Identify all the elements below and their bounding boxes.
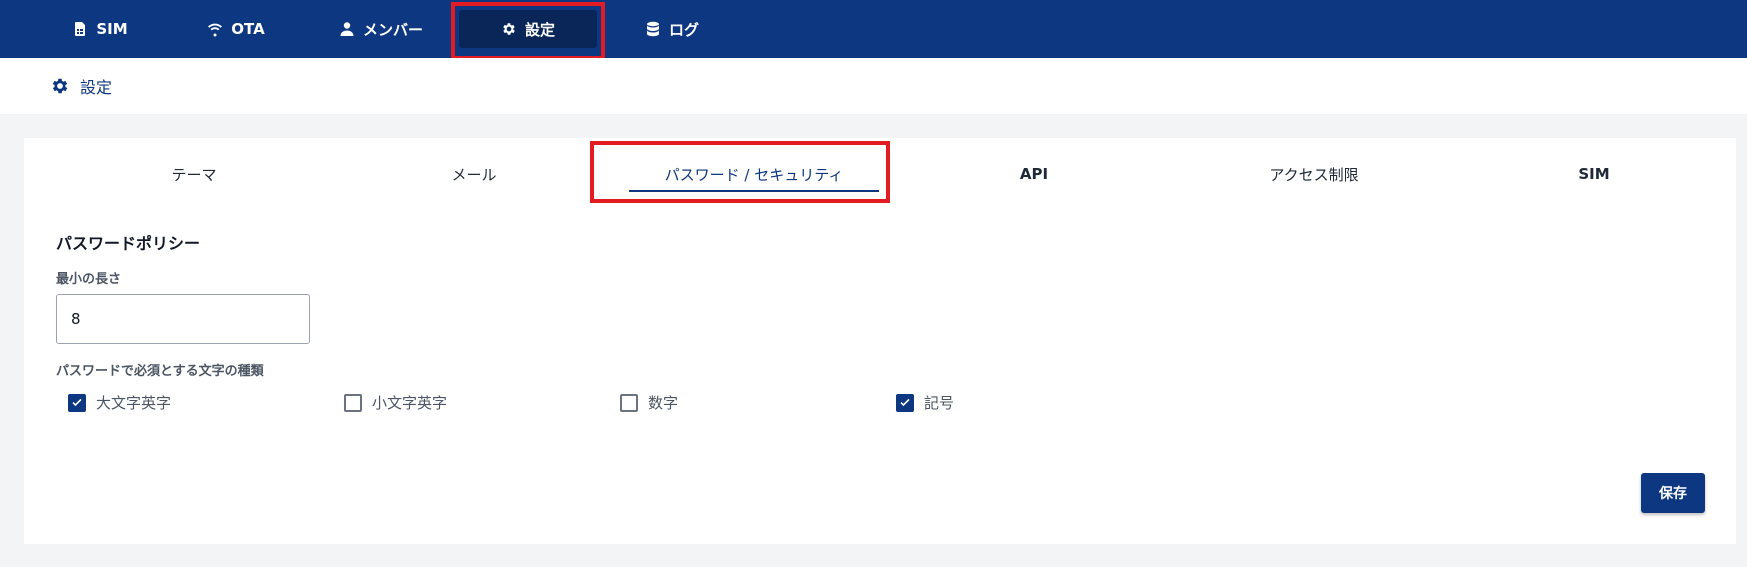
nav-item-label: OTA (231, 20, 265, 38)
checkbox-box[interactable] (896, 393, 914, 412)
checkbox-symbols[interactable]: 記号 (896, 392, 954, 413)
tab-theme[interactable]: テーマ (54, 150, 334, 198)
tab-active-underline (629, 190, 879, 192)
checkbox-digits[interactable]: 数字 (620, 392, 678, 413)
checkbox-uppercase[interactable]: 大文字英字 (68, 392, 171, 413)
nav-item-sim[interactable]: SIM (52, 10, 148, 48)
settings-tabs: テーマ メール パスワード / セキュリティ API アクセス制限 SIM (54, 150, 1734, 198)
checkbox-box[interactable] (620, 393, 638, 412)
nav-item-label: メンバー (362, 20, 423, 39)
tab-password-security[interactable]: パスワード / セキュリティ (614, 150, 894, 198)
checkbox-box[interactable] (344, 393, 362, 412)
check-icon (72, 398, 82, 406)
tab-label: メール (451, 165, 497, 184)
nav-item-label: ログ (668, 20, 699, 39)
min-length-input[interactable] (56, 294, 310, 344)
nav-item-settings[interactable]: 設定 (459, 10, 597, 48)
nav-item-logs[interactable]: ログ (624, 10, 720, 48)
required-types-label: パスワードで必須とする文字の種類 (56, 364, 264, 379)
page-title: 設定 (80, 78, 113, 97)
check-icon (900, 398, 910, 406)
checkbox-label: 大文字英字 (96, 394, 172, 412)
tab-label: アクセス制限 (1269, 165, 1359, 184)
top-nav: SIM OTA メンバー 設定 ログ (0, 0, 1747, 58)
tab-api[interactable]: API (894, 150, 1174, 198)
save-button[interactable]: 保存 (1641, 473, 1705, 513)
gear-icon (503, 23, 515, 35)
gear-icon (52, 78, 68, 94)
nav-item-members[interactable]: メンバー (326, 10, 436, 48)
tab-label: テーマ (171, 165, 217, 184)
settings-card: テーマ メール パスワード / セキュリティ API アクセス制限 SIM パス… (24, 138, 1736, 544)
page-header: 設定 (0, 58, 1747, 114)
database-icon (646, 21, 659, 37)
tab-label: SIM (1578, 165, 1610, 183)
user-icon (340, 22, 354, 36)
sim-card-icon (75, 22, 86, 36)
checkbox-label: 数字 (648, 394, 679, 412)
checkbox-label: 小文字英字 (372, 394, 448, 412)
tab-sim[interactable]: SIM (1454, 150, 1734, 198)
nav-item-label: 設定 (524, 20, 555, 39)
tab-label: パスワード / セキュリティ (664, 165, 844, 184)
nav-item-ota[interactable]: OTA (188, 10, 284, 48)
tab-access-restriction[interactable]: アクセス制限 (1174, 150, 1454, 198)
checkbox-box[interactable] (68, 393, 86, 412)
tab-label: API (1019, 165, 1049, 183)
min-length-label: 最小の長さ (56, 272, 122, 287)
wifi-icon (208, 23, 223, 37)
tab-mail[interactable]: メール (334, 150, 614, 198)
nav-item-label: SIM (96, 20, 128, 38)
section-title: パスワードポリシー (56, 234, 201, 253)
checkbox-label: 記号 (924, 394, 955, 412)
checkbox-lowercase[interactable]: 小文字英字 (344, 392, 447, 413)
